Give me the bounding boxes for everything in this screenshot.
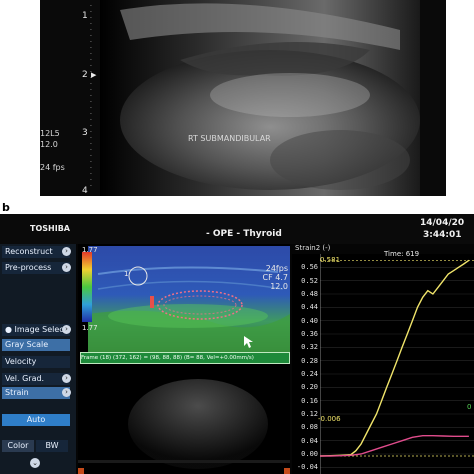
y-tick-label: 0.24 (301, 370, 318, 378)
image-freq: 12.0 (270, 282, 288, 291)
date-label: 14/04/20 (420, 218, 465, 228)
value-top-label: 0.581 (320, 256, 341, 264)
focus-marker-icon: ▶ (91, 71, 97, 79)
probe-name: 12L5 (40, 129, 60, 138)
strain-graph: 0.56 0.52 0.48 0.44 0.40 0.36 0.32 0.28 0.24 0.20… (292, 250, 474, 474)
bullet-icon: ● (5, 325, 15, 334)
y-tick-label: 0.28 (301, 356, 318, 365)
figure-label-b: b (2, 201, 10, 214)
probe-freq: 12.0 (40, 140, 58, 149)
time-label: 3:44:01 (423, 230, 462, 240)
ultrasound-image-a (100, 0, 420, 196)
graph-title: Strain2 (-) (295, 244, 331, 252)
y-tick-label: 0.52 (301, 276, 318, 285)
image-fps: 24fps (265, 264, 288, 273)
ultrasound-panel-a: · · · · · · · · · · · · · · · · · · · · · · · · · · · · · · · 1 2 ▶ 3 … (40, 0, 446, 196)
brand-logo: TOSHIBA (30, 224, 70, 233)
image-select-label: Image Select (14, 325, 67, 334)
y-tick-label: 0.56 (301, 263, 318, 272)
depth-mark-2: 2 (82, 70, 88, 80)
gray-scale-button[interactable]: Gray Scale (2, 339, 70, 351)
reconstruct-label: Reconstruct (5, 247, 53, 256)
strain-label: Strain (5, 388, 29, 397)
strain-series-pink-line (320, 434, 469, 457)
y-tick-label: 0.20 (301, 383, 318, 392)
image-select-button[interactable]: ● Image Select › (2, 324, 71, 336)
control-sidebar: Reconstruct › Pre-process › ● Image Sele… (0, 244, 76, 474)
depth-mark-3: 3 (82, 128, 88, 138)
gray-scale-label: Gray Scale (5, 340, 49, 349)
value-bottom-label: -0.006 (318, 415, 341, 423)
strain-plot (320, 254, 474, 474)
acquisition-info: 24fps CF 4.7 12.0 (248, 264, 288, 291)
image-cf: CF 4.7 (262, 273, 288, 282)
velocity-button[interactable]: Velocity (2, 356, 70, 368)
y-tick-label: 0.48 (301, 290, 318, 298)
depth-mark-4: 4 (82, 186, 88, 196)
y-tick-label: 0.04 (301, 436, 318, 445)
depth-scale-dots: · · · · · · · · · · · · · · · · · · · · · · · · · · · · · · · (90, 3, 92, 190)
frame-info-bar: Frame (18) (372, 162) = (98, 88, 88) (B=… (80, 352, 290, 364)
y-tick-label: 0.00 (301, 450, 318, 458)
reconstruct-button[interactable]: Reconstruct › (2, 246, 71, 258)
ultrasound-panel-b: TOSHIBA - OPE - Thyroid 14/04/20 3:44:01… (0, 214, 474, 474)
bw-button[interactable]: BW (36, 440, 68, 452)
y-tick-label: -0.04 (296, 463, 318, 472)
color-label: Color (7, 441, 29, 450)
y-tick-label: 0.32 (301, 343, 318, 352)
body-mark-annotation: RT SUBMANDIBULAR (188, 134, 271, 143)
elastography-image: 1.77 1.77 1 24fps CF 4.7 12.0 Frame (18)… (78, 244, 290, 474)
frame-rate: 24 fps (40, 163, 65, 172)
y-tick-label: 0.12 (301, 410, 318, 418)
auto-label: Auto (26, 415, 46, 424)
y-tick-label: 0.16 (301, 396, 318, 405)
arrow-right-icon: › (62, 325, 71, 334)
strain-series-yellow-line (320, 259, 470, 457)
arrow-right-icon: › (62, 374, 71, 383)
preprocess-button[interactable]: Pre-process › (2, 262, 71, 274)
probe-info: 12L5 12.0 (40, 128, 60, 150)
scale-top-value: 1.77 (82, 246, 98, 254)
header-bar: TOSHIBA - OPE - Thyroid 14/04/20 3:44:01 (0, 214, 474, 244)
velocity-label: Velocity (5, 357, 37, 366)
value-pink-label: 0 (467, 403, 472, 411)
vel-grad-button[interactable]: Vel. Grad. › (2, 373, 71, 385)
chevron-down-icon[interactable]: ⌄ (30, 458, 40, 468)
y-tick-label: 0.40 (301, 316, 318, 325)
roi-1-label: 1 (124, 270, 129, 278)
depth-mark-1: 1 (82, 11, 88, 21)
color-button[interactable]: Color (2, 440, 34, 452)
auto-button[interactable]: Auto (2, 414, 70, 426)
y-tick-label: 0.08 (301, 423, 318, 432)
scale-bottom-value: 1.77 (82, 324, 98, 332)
arrow-right-icon: › (62, 388, 71, 397)
preprocess-label: Pre-process (5, 263, 52, 272)
strain-button[interactable]: Strain › (2, 387, 71, 399)
time-readout: Time: 619 (384, 250, 420, 258)
arrow-right-icon: › (62, 247, 71, 256)
y-tick-label: 0.44 (301, 303, 318, 312)
bw-label: BW (45, 441, 59, 450)
vel-grad-label: Vel. Grad. (5, 374, 45, 383)
mode-title: - OPE - Thyroid (206, 229, 282, 239)
y-tick-label: 0.36 (301, 330, 318, 338)
arrow-right-icon: › (62, 263, 71, 272)
